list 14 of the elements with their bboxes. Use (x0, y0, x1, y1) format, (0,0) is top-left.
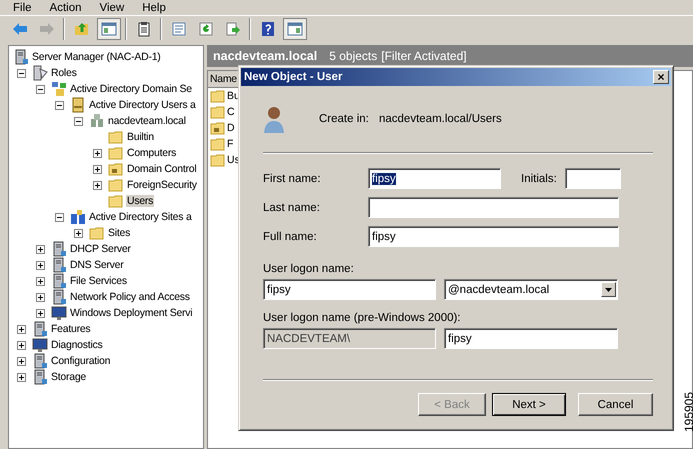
header-title: nacdevteam.local (213, 49, 318, 63)
field-label: Full name: (263, 230, 318, 242)
create-in-path: nacdevteam.local/Users (379, 113, 502, 125)
filter-status: [Filter Activated] (381, 49, 467, 63)
field-label: User logon name: (263, 263, 354, 275)
create-in-label: Create in: (319, 113, 370, 125)
domain-prefix-field: NACDEVTEAM\ (263, 328, 436, 349)
field-label: First name: (263, 172, 322, 184)
field-label: Initials: (521, 172, 557, 184)
field-label: User logon name (pre-Windows 2000): (263, 312, 461, 324)
object-count: 5 objects (329, 49, 378, 63)
field-label: Last name: (263, 202, 321, 214)
dialog-title: New Object - User (244, 71, 342, 83)
figure-number: 195905 (682, 392, 693, 432)
